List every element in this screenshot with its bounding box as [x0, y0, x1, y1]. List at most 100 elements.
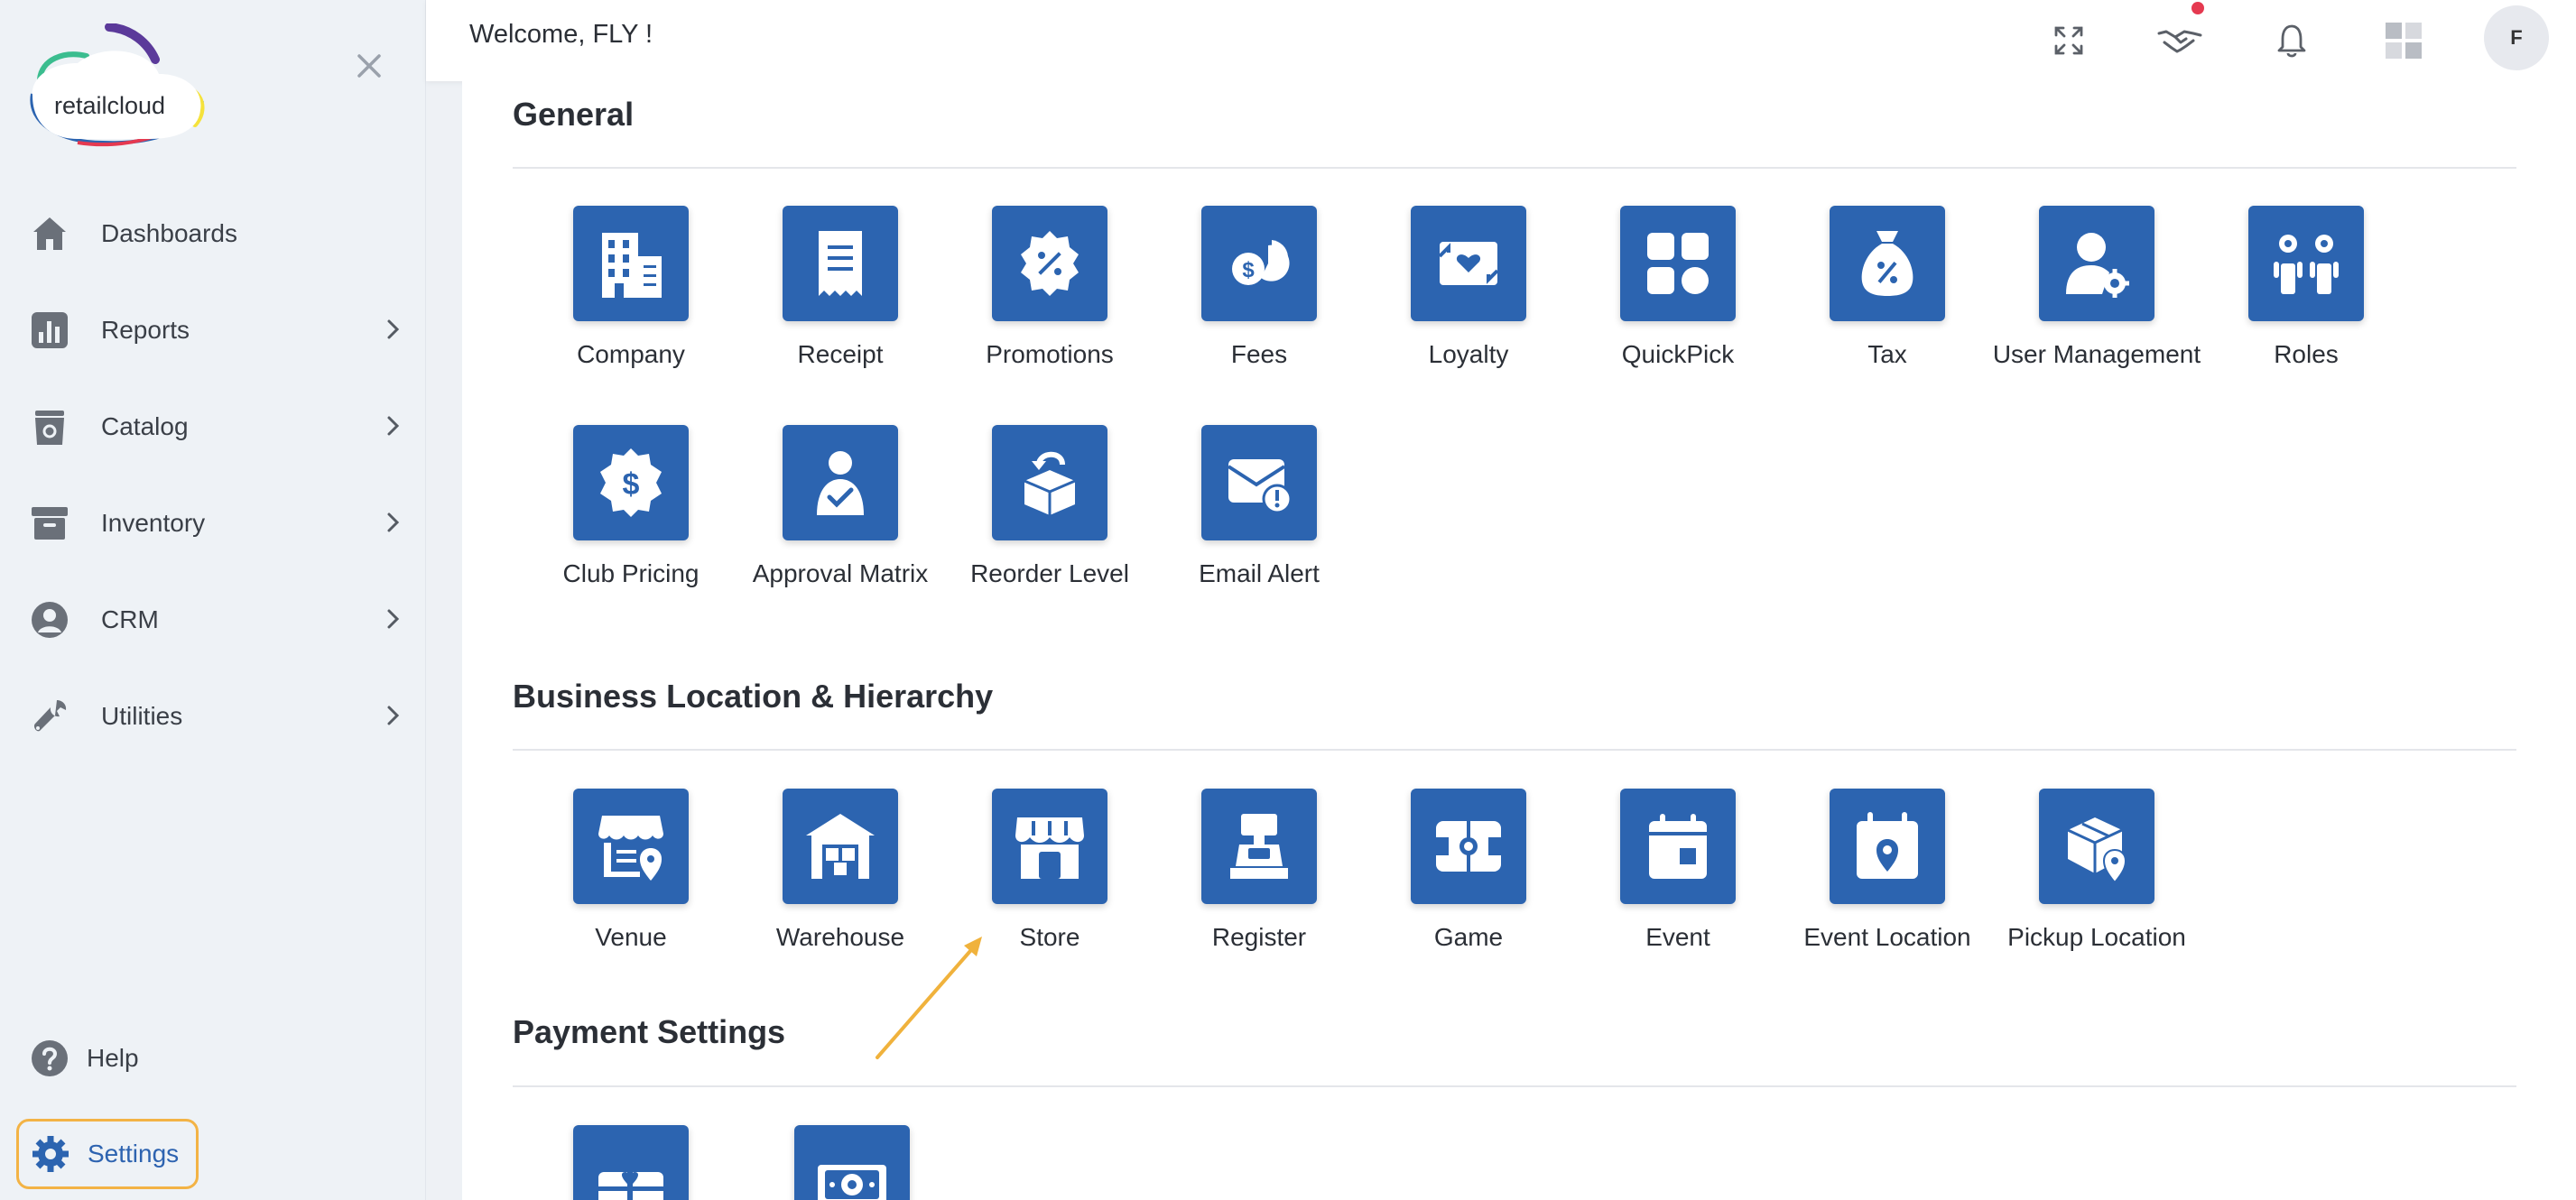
tile-tax[interactable]: Tax [1783, 206, 1992, 369]
section-title-general: General [513, 96, 635, 133]
sidebar-item-help[interactable]: Help [29, 1036, 139, 1081]
chevron-right-icon [379, 702, 406, 729]
divider [513, 749, 2516, 751]
welcome-message: Welcome, FLY ! [469, 20, 653, 49]
logo-text: retailcloud [54, 92, 165, 119]
tile-label: Company [577, 340, 685, 368]
chevron-right-icon [379, 412, 406, 439]
sidebar-item-label: Settings [88, 1140, 180, 1168]
tile-label: Venue [595, 923, 667, 951]
tile-label: Event Location [1803, 923, 1971, 951]
sidebar-item-crm[interactable]: CRM [0, 571, 426, 668]
sidebar-item-settings[interactable]: Settings [16, 1119, 199, 1189]
tile-venue[interactable]: Venue [526, 789, 736, 952]
notification-dot [2191, 2, 2204, 14]
tile-promotions[interactable]: Promotions [945, 206, 1154, 369]
sidebar-item-label: Inventory [101, 508, 206, 537]
warehouse-icon [783, 789, 898, 904]
sidebar-item-label: Reports [101, 315, 190, 344]
email-alert-icon [1201, 425, 1317, 540]
tile-quickpick[interactable]: QuickPick [1573, 206, 1783, 369]
tile-label: Register [1211, 923, 1307, 951]
retailcloud-logo[interactable]: retailcloud [23, 23, 209, 150]
tile-game[interactable]: Game [1364, 789, 1573, 952]
calendar-pin-icon [1830, 789, 1945, 904]
tile-label: Tax [1867, 340, 1907, 368]
sidebar-item-dashboards[interactable]: Dashboards [0, 185, 426, 282]
annotation-arrow [876, 937, 982, 1059]
tile-club-pricing[interactable]: $ Club Pricing [526, 425, 736, 588]
sidebar-item-label: CRM [101, 605, 159, 633]
divider [513, 167, 2516, 169]
tile-receipt[interactable]: Receipt [736, 206, 945, 369]
tile-store[interactable]: Store [945, 789, 1154, 952]
svg-text:$: $ [1242, 258, 1255, 282]
sidebar-nav: Dashboards Reports Catalog Inventory CRM… [0, 185, 426, 764]
grid-tiles-icon [1620, 206, 1736, 321]
section-title-payment-settings: Payment Settings [513, 1013, 786, 1050]
tile-event[interactable]: Event [1573, 789, 1783, 952]
tile-label: Email Alert [1199, 559, 1320, 587]
handshake-icon[interactable] [2155, 2, 2204, 65]
tile-label: Game [1433, 923, 1504, 951]
home-icon [29, 213, 70, 254]
tile-label: Reorder Level [970, 559, 1129, 587]
tile-label: Loyalty [1428, 340, 1509, 368]
price-badge-icon: $ [573, 425, 689, 540]
box-reorder-icon [992, 425, 1107, 540]
wrench-icon [29, 696, 70, 737]
archive-box-icon [29, 503, 70, 544]
tile-email-alert[interactable]: Email Alert [1154, 425, 1364, 588]
user-circle-icon [29, 599, 70, 641]
tile-label: Approval Matrix [752, 559, 929, 587]
chevron-right-icon [379, 509, 406, 536]
building-icon [573, 206, 689, 321]
calendar-icon [1620, 789, 1736, 904]
tile-approval-matrix[interactable]: Approval Matrix [736, 425, 945, 588]
fullscreen-icon[interactable] [2044, 16, 2093, 65]
tile-company[interactable]: Company [526, 206, 736, 369]
help-icon [29, 1038, 70, 1079]
sidebar-item-inventory[interactable]: Inventory [0, 475, 426, 571]
close-sidebar-icon[interactable] [350, 47, 388, 85]
tile-cash-payment[interactable] [747, 1125, 957, 1200]
chevron-right-icon [379, 605, 406, 632]
sidebar-item-reports[interactable]: Reports [0, 282, 426, 378]
section-title-business-location: Business Location & Hierarchy [513, 678, 994, 715]
tile-pickup-location[interactable]: Pickup Location [1992, 789, 2201, 952]
sidebar: retailcloud Dashboards Reports Catalog I… [0, 0, 426, 1200]
tile-warehouse[interactable]: Warehouse [736, 789, 945, 952]
tile-event-location[interactable]: Event Location [1783, 789, 1992, 952]
storefront-icon [992, 789, 1107, 904]
apps-grid-icon[interactable] [2379, 16, 2428, 65]
package-pin-icon [2039, 789, 2154, 904]
discount-badge-icon [992, 206, 1107, 321]
bell-icon[interactable] [2267, 16, 2316, 65]
chevron-right-icon [379, 316, 406, 343]
roles-gears-icon [2248, 206, 2364, 321]
sidebar-item-label: Dashboards [101, 218, 237, 247]
tile-loyalty[interactable]: Loyalty [1364, 206, 1573, 369]
tile-roles[interactable]: Roles [2201, 206, 2411, 369]
tile-label: QuickPick [1621, 340, 1735, 368]
gear-icon [30, 1133, 71, 1175]
cash-gear-icon [794, 1125, 910, 1200]
sidebar-item-label: Utilities [101, 701, 183, 730]
stadium-icon [1411, 789, 1526, 904]
loyalty-heart-icon [1411, 206, 1526, 321]
sidebar-item-utilities[interactable]: Utilities [0, 668, 426, 764]
tile-reorder-level[interactable]: Reorder Level [945, 425, 1154, 588]
tile-register[interactable]: Register [1154, 789, 1364, 952]
sidebar-item-label: Help [87, 1044, 139, 1072]
tile-user-management[interactable]: User Management [1992, 206, 2201, 369]
sidebar-item-catalog[interactable]: Catalog [0, 378, 426, 475]
divider [513, 1085, 2516, 1087]
tile-fees[interactable]: $ Fees [1154, 206, 1364, 369]
avatar[interactable]: F [2484, 5, 2549, 70]
user-check-icon [783, 425, 898, 540]
bag-icon [29, 406, 70, 448]
money-bag-icon [1830, 206, 1945, 321]
tile-gift-card[interactable] [526, 1125, 736, 1200]
tile-label: Promotions [986, 340, 1114, 368]
user-gear-icon [2039, 206, 2154, 321]
